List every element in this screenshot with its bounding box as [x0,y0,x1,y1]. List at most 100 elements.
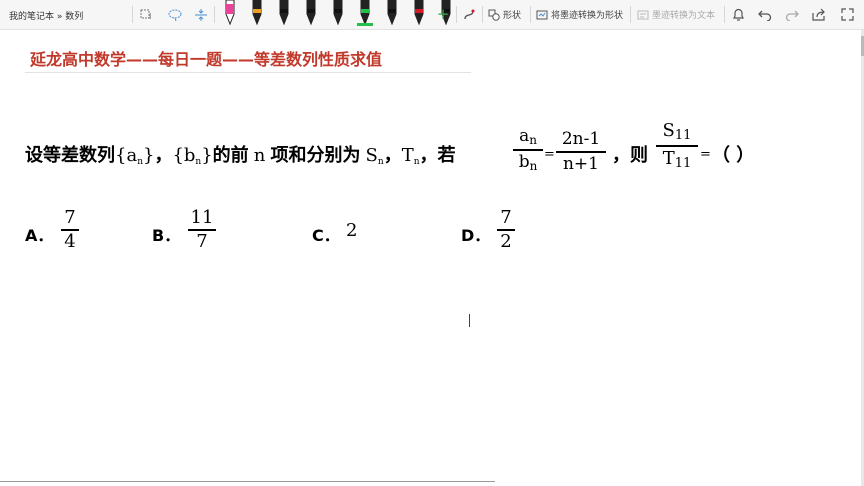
option-d-label: D． [461,226,491,245]
seq-a: {an} [115,145,155,167]
pen-4-button[interactable] [301,0,321,26]
ink-to-text-button[interactable]: 墨迹转换为文本 [637,0,715,29]
note-canvas[interactable] [0,30,864,486]
toolbar-divider [630,6,631,23]
pen-2-button[interactable] [247,0,267,26]
toolbar-divider [132,6,133,23]
ink-to-shape-icon [536,10,548,19]
option-a-fraction: 7 4 [61,209,79,251]
toolbar-divider [724,6,725,23]
option-d-fraction: 7 2 [497,209,515,251]
pen-icon [387,0,397,26]
ink-to-text-icon [637,10,649,19]
var-n: n [253,145,266,166]
rhs-fraction: 2n-1 n+1 [556,131,606,173]
lasso-button[interactable] [165,0,185,29]
pen-icon [306,0,316,26]
fraction-denominator: bn [518,151,538,173]
fraction-bar [556,151,606,153]
pen-icon [225,0,235,26]
option-c-value: 2 [346,220,358,241]
pen-1-button[interactable] [220,0,240,26]
shapes-button[interactable]: 形状 [488,0,521,29]
fraction-numerator: 7 [500,207,512,228]
toolbar-divider [482,6,483,23]
bell-icon [732,8,744,21]
sum-s-letter: S [365,145,378,166]
question-segment: 项和分别为 [270,145,361,166]
lasso-icon [168,9,182,21]
plus-icon: + [436,5,450,23]
fraction-denominator: 4 [64,230,76,252]
sum-t: Tn [401,145,420,167]
ink-toolbar: 我的笔记本 » 数列 I + 形状 将墨迹转换为形状 墨迹转换为文本 [0,0,864,30]
option-b-fraction: 11 7 [188,209,216,251]
share-button[interactable] [810,0,828,29]
seq-a-close: } [142,145,155,166]
text-cursor [469,314,470,327]
toolbar-divider [214,6,215,23]
pen-icon [252,0,262,26]
ink-replay-button[interactable] [460,0,478,29]
option-b-label: B． [152,226,181,245]
equals-sign: = [700,147,711,162]
option-c-label: C． [312,226,340,245]
answer-blank: （ ） [712,145,755,166]
pen-8-button[interactable] [409,0,429,26]
notifications-button[interactable] [729,0,747,29]
question-segment: 的前 [212,145,249,166]
sum-s: Sn [365,145,384,167]
question-segment: 设等差数列 [25,145,115,166]
option-a-label: A． [25,226,54,245]
pen-icon [333,0,343,26]
fraction-numerator: 11 [190,207,214,228]
question-segment: ，若 [419,145,456,166]
seq-b: {bn} [172,145,213,167]
fraction-numerator: 7 [64,207,76,228]
redo-button[interactable] [783,0,801,29]
svg-text:I: I [149,12,151,21]
seq-b-close: } [201,145,213,166]
expand-button[interactable] [838,0,856,29]
undo-icon [758,10,772,21]
insert-space-button[interactable] [191,0,211,29]
pen-6-button[interactable] [355,0,375,26]
page-title[interactable]: 延龙高中数学——每日一题——等差数列性质求值 [30,46,382,70]
toolbar-divider [530,6,531,23]
equals-sign: = [544,147,555,162]
fraction-denominator: 7 [196,230,208,252]
add-pen-button[interactable]: + [435,0,451,29]
ink-to-shape-button[interactable]: 将墨迹转换为形状 [536,0,623,29]
pen-3-button[interactable] [274,0,294,26]
pen-5-button[interactable] [328,0,348,26]
undo-button[interactable] [756,0,774,29]
page-bottom-rule [0,481,495,482]
ratio-num: a [519,126,530,146]
pen-7-button[interactable] [382,0,402,26]
insert-space-icon [195,8,207,21]
question-text[interactable]: 设等差数列{an}，{bn}的前 n 项和分别为 Sn，Tn，若 [25,141,456,167]
breadcrumb[interactable]: 我的笔记本 » 数列 [9,9,83,22]
ratio-fraction: an bn [513,128,543,172]
ink-to-shape-label: 将墨迹转换为形状 [551,11,624,21]
seq-a-open: {a [115,145,138,166]
comma: ， [154,145,173,166]
redo-icon [785,10,799,21]
comma: ， [383,145,402,166]
share-icon [812,8,825,21]
sum-t-letter: T [401,145,414,166]
fraction-bar [656,145,698,147]
fraction-denominator: T11 [662,147,692,171]
sum-ratio-fraction: S11 T11 [656,122,698,170]
title-underline [25,72,471,73]
pen-icon [357,0,373,26]
ink-replay-icon [464,9,475,19]
lasso-select-icon: I [140,9,151,21]
fraction-denominator: 2 [500,230,512,252]
seq-b-open: {b [172,145,196,166]
fraction-numerator: 2n-1 [561,129,601,149]
expand-icon [840,8,854,21]
fraction-numerator: an [519,126,537,147]
lasso-select-button[interactable]: I [138,0,158,29]
shapes-icon [488,9,500,21]
